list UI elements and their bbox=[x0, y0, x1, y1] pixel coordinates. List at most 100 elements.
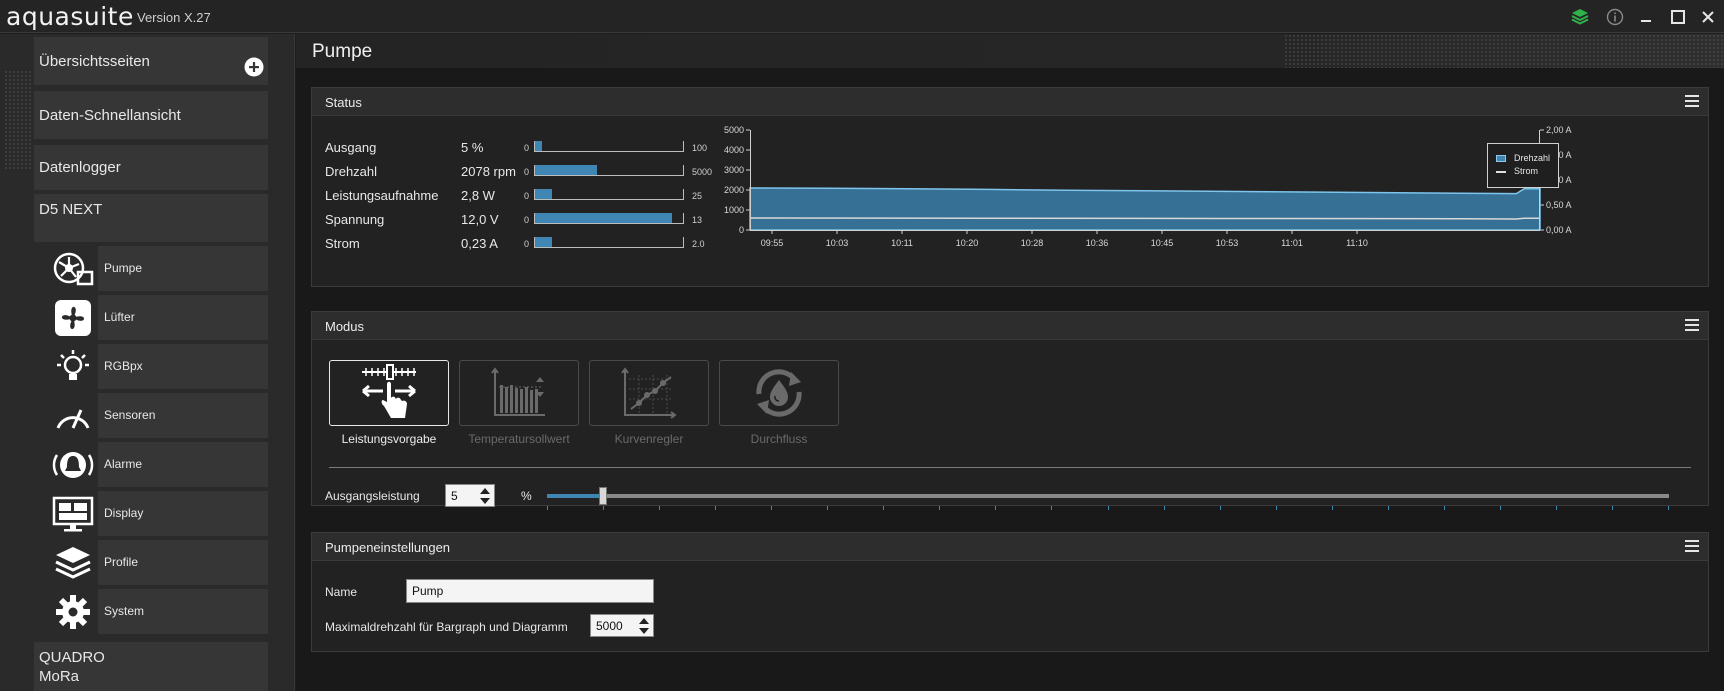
menu-icon[interactable] bbox=[1685, 540, 1699, 552]
panel-header: Status bbox=[312, 88, 1708, 116]
maximize-icon[interactable] bbox=[1666, 5, 1690, 29]
output-power-slider[interactable] bbox=[547, 487, 1669, 505]
mode-button-temperature-setpoint[interactable] bbox=[459, 360, 579, 426]
lightbulb-icon bbox=[48, 344, 98, 389]
mode-buttons: Leistungsvorgabe Temperatursollwert Kurv… bbox=[329, 360, 849, 460]
slider-tick bbox=[883, 506, 885, 510]
sidebar-subitem-profiles[interactable]: Profile bbox=[48, 540, 268, 585]
x-tick-label: 11:01 bbox=[1281, 238, 1303, 248]
status-label: Strom bbox=[325, 236, 360, 251]
sidebar-item-d5-next[interactable]: D5 NEXT bbox=[34, 194, 268, 242]
sidebar-decoration bbox=[4, 70, 32, 170]
display-icon bbox=[48, 491, 98, 536]
stepper-arrows-icon[interactable] bbox=[638, 616, 650, 636]
mode-label: Durchfluss bbox=[750, 432, 808, 446]
menu-icon[interactable] bbox=[1685, 319, 1699, 331]
sidebar-subitem-label: Lüfter bbox=[104, 310, 135, 324]
alarm-bell-icon bbox=[48, 442, 98, 487]
sidebar-item-data-quickview[interactable]: Daten-Schnellansicht bbox=[34, 91, 268, 139]
legend-label: Strom bbox=[1514, 166, 1539, 176]
panel-title: Pumpeneinstellungen bbox=[325, 540, 451, 555]
status-bar-fill bbox=[535, 141, 543, 151]
mode-button-power-preset[interactable] bbox=[329, 360, 449, 426]
slider-fill bbox=[547, 494, 604, 498]
stepper-arrows-icon[interactable] bbox=[479, 486, 491, 506]
sidebar-subitem-rgbpx[interactable]: RGBpx bbox=[48, 344, 268, 389]
app-logo: aquasuite bbox=[6, 2, 134, 31]
y-tick-label: 1000 bbox=[724, 205, 744, 215]
layers-icon bbox=[48, 540, 98, 585]
slider-tick bbox=[1499, 506, 1501, 510]
slider-tick bbox=[1275, 506, 1277, 510]
sidebar-subitem-label: Profile bbox=[104, 555, 139, 569]
slider-tick bbox=[1163, 506, 1165, 510]
slider-tick bbox=[771, 506, 773, 510]
name-label: Name bbox=[325, 585, 358, 599]
sidebar-subitem-sensors[interactable]: Sensoren bbox=[48, 393, 268, 438]
status-bar bbox=[534, 237, 684, 248]
slider-tick bbox=[1219, 506, 1221, 510]
y-axis-left: 0 1000 2000 3000 4000 5000 bbox=[724, 126, 750, 235]
x-tick-label: 09:55 bbox=[761, 238, 784, 248]
mode-panel: Modus Leistungsvorgabe Temperatursollwer… bbox=[311, 311, 1709, 510]
sidebar-item-overview-pages[interactable]: Übersichtsseiten bbox=[34, 37, 268, 85]
bar-max: 25 bbox=[692, 191, 703, 201]
y-tick-label: 0 bbox=[739, 225, 744, 235]
x-axis: 09:55 10:03 10:11 10:20 10:28 10:36 10:45 10:53… bbox=[761, 230, 1368, 248]
pump-icon bbox=[48, 246, 98, 291]
y-tick-label: 2,00 A bbox=[1546, 126, 1572, 135]
chart-legend: Drehzahl Strom bbox=[1487, 143, 1559, 188]
sidebar-subitem-label: Sensoren bbox=[104, 408, 156, 422]
legend-label: Drehzahl bbox=[1514, 153, 1551, 163]
bar-min: 0 bbox=[524, 215, 530, 225]
y-tick-label: 5000 bbox=[724, 126, 744, 135]
status-value: 5 % bbox=[461, 140, 484, 155]
status-bar bbox=[534, 141, 684, 152]
status-bar-fill bbox=[535, 189, 552, 199]
status-label: Ausgang bbox=[325, 140, 377, 155]
sidebar-item-datalogger[interactable]: Datenlogger bbox=[34, 145, 268, 190]
add-icon[interactable] bbox=[244, 57, 264, 81]
panel-header: Modus bbox=[312, 312, 1708, 340]
output-unit: % bbox=[521, 489, 532, 503]
layers-icon[interactable] bbox=[1568, 5, 1592, 29]
temperature-setpoint-icon bbox=[491, 367, 545, 416]
mode-button-curve-controller[interactable] bbox=[589, 360, 709, 426]
close-icon[interactable] bbox=[1696, 5, 1720, 29]
sidebar-subitem-display[interactable]: Display bbox=[48, 491, 268, 536]
x-tick-label: 10:28 bbox=[1021, 238, 1044, 248]
status-bar-fill bbox=[535, 213, 672, 223]
flow-icon bbox=[756, 369, 802, 417]
sidebar-subitem-pump[interactable]: Pumpe bbox=[48, 246, 268, 291]
slider-tick bbox=[1555, 506, 1557, 510]
sidebar-item-quadro-mora[interactable]: QUADRO MoRa bbox=[34, 642, 268, 691]
sidebar-subitem-alarms[interactable]: Alarme bbox=[48, 442, 268, 487]
status-panel: Status Ausgang 5 % 0 100 Drehzahl 2078 r… bbox=[311, 87, 1709, 287]
name-field[interactable] bbox=[406, 579, 654, 603]
max-speed-stepper[interactable]: 5000 bbox=[590, 614, 654, 637]
series-drehzahl-area bbox=[749, 187, 1541, 231]
page-header: Pumpe bbox=[296, 34, 1724, 68]
status-value: 12,0 V bbox=[461, 212, 499, 227]
info-icon[interactable] bbox=[1603, 5, 1627, 29]
bar-min: 0 bbox=[524, 143, 530, 153]
title-bar: aquasuite Version X.27 bbox=[0, 0, 1724, 33]
legend-swatch-drehzahl bbox=[1496, 155, 1506, 162]
y-tick-label: 4000 bbox=[724, 145, 744, 155]
menu-icon[interactable] bbox=[1685, 95, 1699, 107]
minimize-icon[interactable] bbox=[1634, 5, 1658, 29]
bar-min: 0 bbox=[524, 167, 530, 177]
mode-label: Kurvenregler bbox=[614, 432, 684, 446]
slider-tick bbox=[939, 506, 941, 510]
y-tick-label: 2000 bbox=[724, 185, 744, 195]
slider-thumb[interactable] bbox=[599, 487, 608, 505]
header-decoration bbox=[1284, 34, 1724, 68]
output-power-value: 5 bbox=[451, 489, 458, 503]
output-power-stepper[interactable]: 5 bbox=[445, 484, 495, 507]
slider-tick bbox=[995, 506, 997, 510]
sidebar-subitem-system[interactable]: System bbox=[48, 589, 268, 634]
sidebar-subitem-fan[interactable]: Lüfter bbox=[48, 295, 268, 340]
mode-button-flow[interactable] bbox=[719, 360, 839, 426]
app-version: Version X.27 bbox=[137, 10, 211, 25]
sidebar-item-label: QUADRO bbox=[39, 648, 105, 666]
